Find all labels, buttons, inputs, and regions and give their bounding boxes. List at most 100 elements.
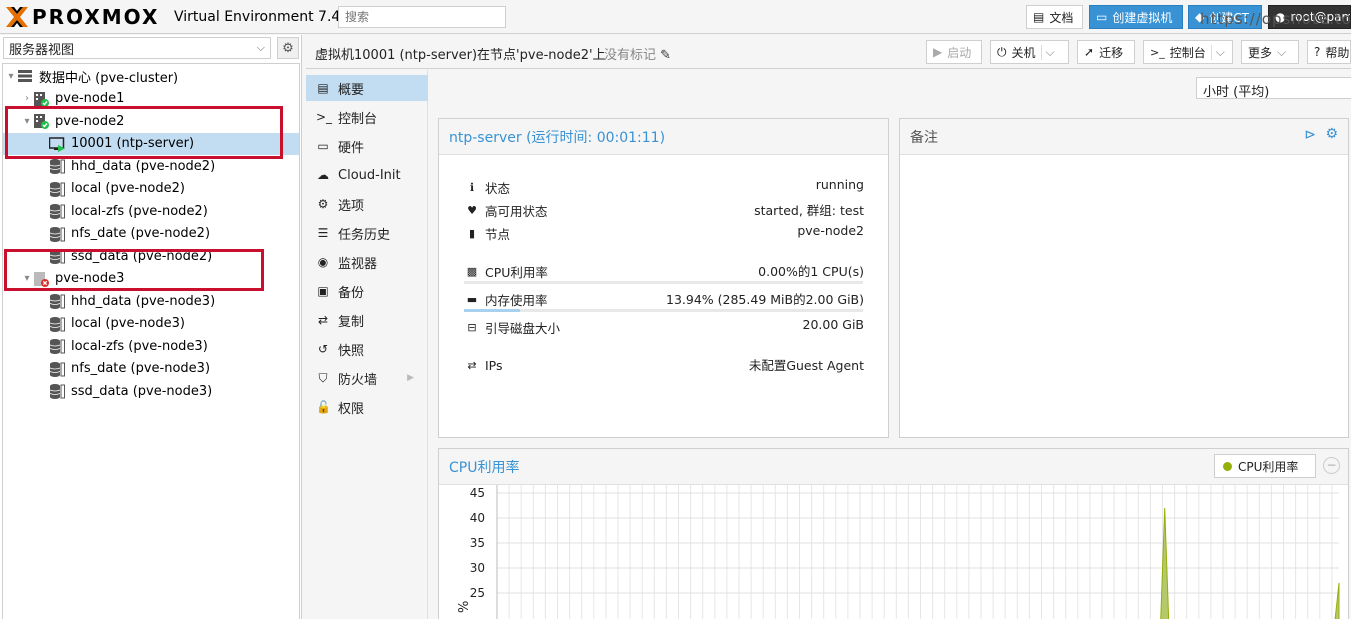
start-button[interactable]: ▶ 启动 — [926, 40, 982, 64]
tree-node[interactable]: ▾ 数据中心 (pve-cluster) — [3, 65, 299, 87]
tree-node[interactable]: local (pve-node2) — [3, 178, 299, 200]
status-label-text: 高可用状态 — [485, 203, 548, 219]
menu-item[interactable]: ◉ 监视器 — [306, 249, 428, 275]
user-icon: ● — [1275, 10, 1286, 24]
status-panel: ntp-server (运行时间: 00:01:11) ℹ 状态 running ♥ 高… — [438, 118, 889, 438]
question-icon: ? — [1314, 45, 1321, 59]
expander-icon[interactable]: ▾ — [5, 71, 17, 82]
docs-button[interactable]: ▤ 文档 — [1026, 5, 1083, 29]
storage-icon — [49, 248, 65, 264]
tree-node[interactable]: hhd_data (pve-node3) — [3, 290, 299, 312]
menu-item[interactable]: ☰ 任务历史 — [306, 220, 428, 246]
user-menu-button[interactable]: ● root@pam — [1268, 5, 1351, 29]
unlock-icon: 🔓 — [316, 400, 331, 414]
menu-item[interactable]: ⛉ 防火墙 ▶ — [306, 365, 428, 391]
migrate-button[interactable]: ➚ 迁移 — [1077, 40, 1135, 64]
datacenter-icon — [17, 68, 33, 84]
tree-node[interactable]: local-zfs (pve-node3) — [3, 335, 299, 357]
menu-item[interactable]: ☁ Cloud-Init — [306, 162, 428, 188]
legend-cpu[interactable]: CPU利用率 — [1214, 454, 1316, 478]
storage-icon — [49, 158, 65, 174]
menu-item-label: 控制台 — [338, 111, 378, 127]
tree-node[interactable]: local-zfs (pve-node2) — [3, 200, 299, 222]
tree-node[interactable]: 10001 (ntp-server) — [3, 132, 299, 155]
menu-item[interactable]: ▭ 硬件 — [306, 133, 428, 159]
status-row: ⊟ 引导磁盘大小 20.00 GiB — [465, 317, 864, 337]
expander-icon[interactable]: ▾ — [21, 273, 33, 284]
menu-item[interactable]: ▣ 备份 — [306, 278, 428, 304]
more-button[interactable]: 更多 ⌵ — [1241, 40, 1299, 64]
tree-node-label: ssd_data (pve-node3) — [71, 383, 213, 399]
chevron-down-icon[interactable]: ⌵ — [1040, 44, 1055, 60]
menu-item-label: 选项 — [338, 198, 365, 214]
user-label: root@pam — [1290, 10, 1351, 24]
tree-node[interactable]: ▾ pve-node3 — [3, 268, 299, 290]
menu-item[interactable]: ⇄ 复制 — [306, 307, 428, 333]
tree-node-label: 数据中心 (pve-cluster) — [39, 70, 179, 86]
help-button[interactable]: ? 帮助 — [1307, 40, 1351, 64]
view-settings-button[interactable]: ⚙ — [277, 37, 299, 59]
expander-icon[interactable]: ▾ — [21, 116, 33, 127]
menu-item-label: 复制 — [338, 314, 365, 330]
resource-tree: ▾ 数据中心 (pve-cluster) › pve-node1 ▾ pve-node2 1… — [2, 63, 300, 619]
pencil-icon[interactable]: ✎ — [660, 48, 671, 63]
tree-node[interactable]: nfs_date (pve-node3) — [3, 358, 299, 380]
proxmox-x-icon — [6, 7, 28, 27]
expander-icon[interactable]: › — [21, 93, 33, 104]
status-row: ▬ 内存使用率 13.94% (285.49 MiB的2.00 GiB) — [465, 289, 864, 309]
create-vm-button[interactable]: ▭ 创建虚拟机 — [1089, 5, 1183, 29]
menu-item[interactable]: ▤ 概要 — [306, 75, 428, 101]
status-label-text: 状态 — [485, 180, 511, 196]
server-offline-icon — [33, 271, 49, 287]
tree-node-label: hhd_data (pve-node2) — [71, 158, 216, 174]
console-label: 控制台 — [1169, 45, 1206, 60]
chevron-down-icon[interactable]: ⌵ — [1210, 44, 1225, 60]
status-row-label: ♥ 高可用状态 — [465, 200, 548, 220]
terminal-icon: >_ — [316, 110, 333, 124]
tree-node[interactable]: hhd_data (pve-node2) — [3, 155, 299, 177]
tree-node[interactable]: › pve-node1 — [3, 88, 299, 110]
tree-node[interactable]: ssd_data (pve-node2) — [3, 245, 299, 267]
menu-item[interactable]: >_ 控制台 — [306, 104, 428, 130]
tree-node[interactable]: ssd_data (pve-node3) — [3, 380, 299, 402]
tree-node[interactable]: nfs_date (pve-node2) — [3, 223, 299, 245]
collapse-icon[interactable]: − — [1323, 457, 1340, 474]
proxmox-wordmark: PROXMOX — [32, 5, 160, 29]
proxmox-logo[interactable]: PROXMOX — [4, 5, 159, 29]
console-button[interactable]: >_ 控制台 ⌵ — [1143, 40, 1233, 64]
y-tick-label: 45 — [470, 486, 485, 500]
tree-node[interactable]: local (pve-node3) — [3, 313, 299, 335]
gear-icon[interactable]: ⚙ — [1325, 126, 1338, 142]
status-row-label: ▬ 内存使用率 — [465, 289, 548, 309]
status-row-label: ▮ 节点 — [465, 223, 510, 243]
storage-icon — [49, 316, 65, 332]
status-label-text: CPU利用率 — [485, 264, 548, 280]
storage-icon — [49, 361, 65, 377]
expand-icon[interactable]: ⊳ — [1304, 127, 1316, 143]
memory-usage-bar-fill — [464, 309, 520, 312]
status-row: ♥ 高可用状态 started, 群组: test — [465, 200, 864, 220]
view-select[interactable]: 服务器视图 ⌵ — [3, 37, 271, 59]
desktop-icon: ▭ — [1096, 10, 1108, 24]
timeframe-select[interactable]: 小时 (平均) — [1196, 77, 1351, 100]
create-ct-button[interactable]: ◆ 创建CT — [1188, 5, 1262, 29]
tree-node-label: pve-node1 — [55, 91, 125, 106]
status-row-value: started, 群组: test — [754, 203, 864, 218]
menu-item[interactable]: ⚙ 选项 — [306, 191, 428, 217]
menu-item-label: 防火墙 — [338, 372, 378, 388]
shutdown-button[interactable]: ⏻ 关机 ⌵ — [990, 40, 1069, 64]
app-header: PROXMOX Virtual Environment 7.4-3 ▤ 文档 ▭… — [0, 0, 1351, 34]
heartbeat-icon: ♥ — [467, 203, 477, 217]
status-row-value: pve-node2 — [797, 223, 864, 238]
tree-node-label: ssd_data (pve-node2) — [71, 248, 213, 264]
search-input[interactable] — [338, 6, 506, 28]
cloud-icon: ☁ — [317, 168, 329, 182]
storage-icon — [49, 383, 65, 399]
menu-item[interactable]: 🔓 权限 — [306, 394, 428, 420]
monitor-icon: ▭ — [317, 139, 329, 153]
menu-item[interactable]: ↺ 快照 — [306, 336, 428, 362]
tree-node[interactable]: ▾ pve-node2 — [3, 110, 299, 132]
vm-toolbar: 虚拟机10001 (ntp-server)在节点'pve-node2'上 没有标… — [306, 35, 1351, 69]
cpu-chart-header: CPU利用率 CPU利用率 − — [439, 449, 1348, 485]
tags-area[interactable]: 没有标记 ✎ — [604, 44, 671, 63]
